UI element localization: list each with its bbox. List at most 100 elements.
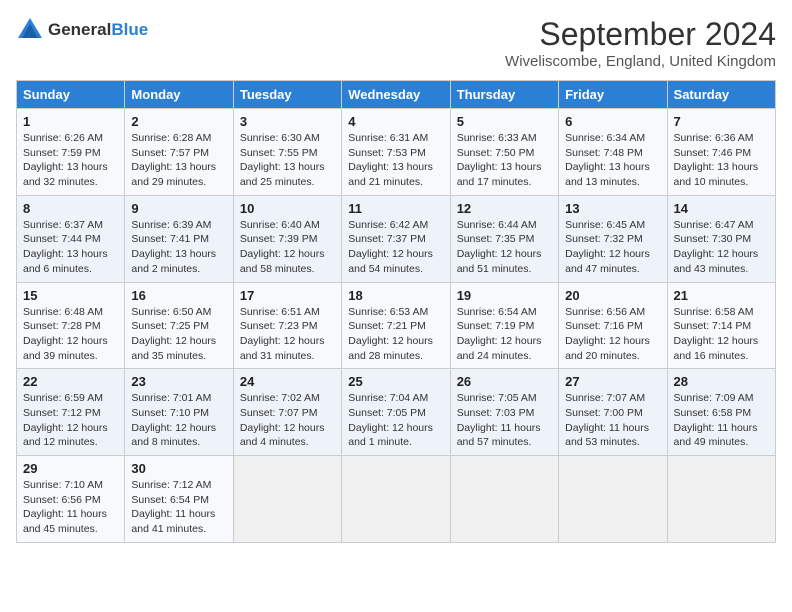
day-number: 10 (240, 201, 335, 216)
day-info: Sunrise: 7:09 AMSunset: 6:58 PMDaylight:… (674, 391, 769, 450)
day-number: 5 (457, 114, 552, 129)
day-info: Sunrise: 6:58 AMSunset: 7:14 PMDaylight:… (674, 305, 769, 364)
day-info: Sunrise: 6:59 AMSunset: 7:12 PMDaylight:… (23, 391, 118, 450)
calendar-cell (450, 456, 558, 543)
day-info: Sunrise: 6:30 AMSunset: 7:55 PMDaylight:… (240, 131, 335, 190)
calendar-cell (342, 456, 450, 543)
day-number: 12 (457, 201, 552, 216)
calendar-cell: 23Sunrise: 7:01 AMSunset: 7:10 PMDayligh… (125, 369, 233, 456)
day-info: Sunrise: 6:54 AMSunset: 7:19 PMDaylight:… (457, 305, 552, 364)
day-number: 14 (674, 201, 769, 216)
calendar-cell: 16 Sunrise: 6:50 AMSunset: 7:25 PMDayligh… (125, 282, 233, 369)
calendar-cell: 9 Sunrise: 6:39 AMSunset: 7:41 PMDaylight… (125, 195, 233, 282)
day-info: Sunrise: 6:34 AMSunset: 7:48 PMDaylight:… (565, 131, 660, 190)
day-info: Sunrise: 6:31 AMSunset: 7:53 PMDaylight:… (348, 131, 443, 190)
calendar-cell: 6 Sunrise: 6:34 AMSunset: 7:48 PMDaylight… (559, 109, 667, 196)
header-saturday: Saturday (667, 81, 775, 109)
calendar-cell: 27 Sunrise: 7:07 AMSunset: 7:00 PMDayligh… (559, 369, 667, 456)
day-number: 7 (674, 114, 769, 129)
day-info: Sunrise: 6:36 AMSunset: 7:46 PMDaylight:… (674, 131, 769, 190)
calendar-cell: 4 Sunrise: 6:31 AMSunset: 7:53 PMDaylight… (342, 109, 450, 196)
calendar-cell: 20Sunrise: 6:56 AMSunset: 7:16 PMDayligh… (559, 282, 667, 369)
calendar-cell: 18Sunrise: 6:53 AMSunset: 7:21 PMDayligh… (342, 282, 450, 369)
header-friday: Friday (559, 81, 667, 109)
calendar-cell: 25 Sunrise: 7:04 AMSunset: 7:05 PMDayligh… (342, 369, 450, 456)
day-number: 9 (131, 201, 226, 216)
header-sunday: Sunday (17, 81, 125, 109)
day-number: 6 (565, 114, 660, 129)
day-info: Sunrise: 6:28 AMSunset: 7:57 PMDaylight:… (131, 131, 226, 190)
day-info: Sunrise: 7:04 AMSunset: 7:05 PMDaylight:… (348, 391, 443, 450)
day-number: 11 (348, 201, 443, 216)
calendar-cell: 28Sunrise: 7:09 AMSunset: 6:58 PMDayligh… (667, 369, 775, 456)
day-number: 19 (457, 288, 552, 303)
calendar-cell: 15 Sunrise: 6:48 AMSunset: 7:28 PMDayligh… (17, 282, 125, 369)
day-number: 17 (240, 288, 335, 303)
day-info: Sunrise: 6:47 AMSunset: 7:30 PMDaylight:… (674, 218, 769, 277)
logo-blue-text: Blue (111, 20, 148, 40)
day-number: 27 (565, 374, 660, 389)
day-number: 4 (348, 114, 443, 129)
day-number: 15 (23, 288, 118, 303)
calendar-cell: 22 Sunrise: 6:59 AMSunset: 7:12 PMDayligh… (17, 369, 125, 456)
day-number: 16 (131, 288, 226, 303)
day-info: Sunrise: 6:48 AMSunset: 7:28 PMDaylight:… (23, 305, 118, 364)
month-year-title: September 2024 (505, 16, 776, 53)
day-info: Sunrise: 6:44 AMSunset: 7:35 PMDaylight:… (457, 218, 552, 277)
title-block: September 2024 Wiveliscombe, England, Un… (505, 16, 776, 70)
calendar-cell (559, 456, 667, 543)
calendar-week-5: 29Sunrise: 7:10 AMSunset: 6:56 PMDayligh… (17, 456, 776, 543)
day-number: 8 (23, 201, 118, 216)
day-info: Sunrise: 7:07 AMSunset: 7:00 PMDaylight:… (565, 391, 660, 450)
day-info: Sunrise: 6:56 AMSunset: 7:16 PMDaylight:… (565, 305, 660, 364)
day-info: Sunrise: 6:33 AMSunset: 7:50 PMDaylight:… (457, 131, 552, 190)
day-info: Sunrise: 6:42 AMSunset: 7:37 PMDaylight:… (348, 218, 443, 277)
logo-general-text: General (48, 20, 111, 40)
calendar-week-3: 15 Sunrise: 6:48 AMSunset: 7:28 PMDayligh… (17, 282, 776, 369)
day-info: Sunrise: 6:37 AMSunset: 7:44 PMDaylight:… (23, 218, 118, 277)
day-number: 22 (23, 374, 118, 389)
location-subtitle: Wiveliscombe, England, United Kingdom (505, 53, 776, 70)
calendar-cell: 1Sunrise: 6:26 AMSunset: 7:59 PMDaylight… (17, 109, 125, 196)
day-number: 25 (348, 374, 443, 389)
day-info: Sunrise: 7:12 AMSunset: 6:54 PMDaylight:… (131, 478, 226, 537)
day-info: Sunrise: 6:50 AMSunset: 7:25 PMDaylight:… (131, 305, 226, 364)
day-info: Sunrise: 7:10 AMSunset: 6:56 PMDaylight:… (23, 478, 118, 537)
calendar-cell: 11 Sunrise: 6:42 AMSunset: 7:37 PMDayligh… (342, 195, 450, 282)
day-number: 23 (131, 374, 226, 389)
calendar-cell: 8 Sunrise: 6:37 AMSunset: 7:44 PMDaylight… (17, 195, 125, 282)
calendar-cell (233, 456, 341, 543)
calendar-cell: 17 Sunrise: 6:51 AMSunset: 7:23 PMDayligh… (233, 282, 341, 369)
header-thursday: Thursday (450, 81, 558, 109)
day-info: Sunrise: 6:40 AMSunset: 7:39 PMDaylight:… (240, 218, 335, 277)
calendar-cell: 5 Sunrise: 6:33 AMSunset: 7:50 PMDaylight… (450, 109, 558, 196)
day-number: 3 (240, 114, 335, 129)
logo-text: General Blue (48, 20, 148, 40)
day-info: Sunrise: 6:45 AMSunset: 7:32 PMDaylight:… (565, 218, 660, 277)
logo-icon (16, 16, 44, 44)
logo: General Blue (16, 16, 148, 44)
calendar-cell: 29Sunrise: 7:10 AMSunset: 6:56 PMDayligh… (17, 456, 125, 543)
calendar-week-2: 8 Sunrise: 6:37 AMSunset: 7:44 PMDaylight… (17, 195, 776, 282)
page-header: General Blue September 2024 Wiveliscombe… (16, 16, 776, 70)
calendar-week-4: 22 Sunrise: 6:59 AMSunset: 7:12 PMDayligh… (17, 369, 776, 456)
calendar-week-1: 1Sunrise: 6:26 AMSunset: 7:59 PMDaylight… (17, 109, 776, 196)
header-wednesday: Wednesday (342, 81, 450, 109)
calendar-cell: 10 Sunrise: 6:40 AMSunset: 7:39 PMDayligh… (233, 195, 341, 282)
calendar-cell: 24 Sunrise: 7:02 AMSunset: 7:07 PMDayligh… (233, 369, 341, 456)
calendar-body: 1Sunrise: 6:26 AMSunset: 7:59 PMDaylight… (17, 109, 776, 543)
calendar-cell: 2 Sunrise: 6:28 AMSunset: 7:57 PMDaylight… (125, 109, 233, 196)
calendar-cell: 19 Sunrise: 6:54 AMSunset: 7:19 PMDayligh… (450, 282, 558, 369)
calendar-header: SundayMondayTuesdayWednesdayThursdayFrid… (17, 81, 776, 109)
day-info: Sunrise: 6:53 AMSunset: 7:21 PMDaylight:… (348, 305, 443, 364)
day-number: 21 (674, 288, 769, 303)
days-header-row: SundayMondayTuesdayWednesdayThursdayFrid… (17, 81, 776, 109)
day-info: Sunrise: 6:39 AMSunset: 7:41 PMDaylight:… (131, 218, 226, 277)
day-number: 26 (457, 374, 552, 389)
day-info: Sunrise: 7:02 AMSunset: 7:07 PMDaylight:… (240, 391, 335, 450)
calendar-cell: 7 Sunrise: 6:36 AMSunset: 7:46 PMDaylight… (667, 109, 775, 196)
day-info: Sunrise: 6:26 AMSunset: 7:59 PMDaylight:… (23, 131, 118, 190)
day-number: 2 (131, 114, 226, 129)
day-number: 24 (240, 374, 335, 389)
day-info: Sunrise: 6:51 AMSunset: 7:23 PMDaylight:… (240, 305, 335, 364)
